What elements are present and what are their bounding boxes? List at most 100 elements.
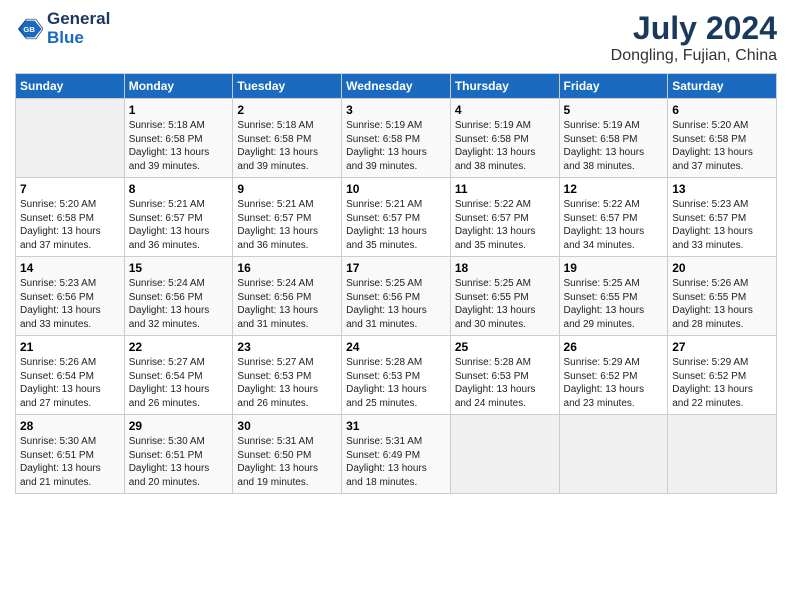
- day-info: Sunrise: 5:27 AM Sunset: 6:53 PM Dayligh…: [237, 356, 337, 410]
- day-info: Sunrise: 5:19 AM Sunset: 6:58 PM Dayligh…: [564, 119, 664, 173]
- day-number: 17: [346, 261, 446, 275]
- calendar-cell: 20 Sunrise: 5:26 AM Sunset: 6:55 PM Dayli…: [668, 257, 777, 336]
- calendar-cell: 5 Sunrise: 5:19 AM Sunset: 6:58 PM Daylig…: [559, 99, 668, 178]
- day-number: 28: [20, 419, 120, 433]
- calendar-cell: 23 Sunrise: 5:27 AM Sunset: 6:53 PM Dayli…: [233, 336, 342, 415]
- day-info: Sunrise: 5:21 AM Sunset: 6:57 PM Dayligh…: [237, 198, 337, 252]
- calendar-cell: 9 Sunrise: 5:21 AM Sunset: 6:57 PM Daylig…: [233, 178, 342, 257]
- day-number: 16: [237, 261, 337, 275]
- weekday-header: Monday: [124, 74, 233, 99]
- day-info: Sunrise: 5:25 AM Sunset: 6:55 PM Dayligh…: [455, 277, 555, 331]
- calendar-cell: 8 Sunrise: 5:21 AM Sunset: 6:57 PM Daylig…: [124, 178, 233, 257]
- day-info: Sunrise: 5:21 AM Sunset: 6:57 PM Dayligh…: [346, 198, 446, 252]
- day-info: Sunrise: 5:28 AM Sunset: 6:53 PM Dayligh…: [455, 356, 555, 410]
- day-number: 30: [237, 419, 337, 433]
- calendar-cell: [450, 415, 559, 494]
- day-info: Sunrise: 5:26 AM Sunset: 6:55 PM Dayligh…: [672, 277, 772, 331]
- day-number: 6: [672, 103, 772, 117]
- calendar-cell: 14Sunrise: 5:23 AM Sunset: 6:56 PM Dayli…: [16, 257, 125, 336]
- day-info: Sunrise: 5:23 AM Sunset: 6:57 PM Dayligh…: [672, 198, 772, 252]
- calendar-cell: 21 Sunrise: 5:26 AM Sunset: 6:54 PM Dayli…: [16, 336, 125, 415]
- calendar-cell: 26Sunrise: 5:29 AM Sunset: 6:52 PM Dayli…: [559, 336, 668, 415]
- calendar-table: SundayMondayTuesdayWednesdayThursdayFrid…: [15, 73, 777, 494]
- calendar-cell: 19 Sunrise: 5:25 AM Sunset: 6:55 PM Dayli…: [559, 257, 668, 336]
- weekday-header: Saturday: [668, 74, 777, 99]
- day-number: 4: [455, 103, 555, 117]
- day-number: 10: [346, 182, 446, 196]
- calendar-cell: 10 Sunrise: 5:21 AM Sunset: 6:57 PM Dayli…: [342, 178, 451, 257]
- weekday-header: Thursday: [450, 74, 559, 99]
- logo-icon: GB: [15, 15, 43, 43]
- day-info: Sunrise: 5:25 AM Sunset: 6:55 PM Dayligh…: [564, 277, 664, 331]
- day-info: Sunrise: 5:19 AM Sunset: 6:58 PM Dayligh…: [455, 119, 555, 173]
- logo-general: General: [47, 10, 110, 29]
- day-info: Sunrise: 5:22 AM Sunset: 6:57 PM Dayligh…: [564, 198, 664, 252]
- title-area: July 2024 Dongling, Fujian, China: [611, 10, 777, 65]
- day-number: 7: [20, 182, 120, 196]
- calendar-cell: 7 Sunrise: 5:20 AM Sunset: 6:58 PM Daylig…: [16, 178, 125, 257]
- logo-text-block: General Blue: [47, 10, 110, 47]
- weekday-header: Wednesday: [342, 74, 451, 99]
- day-info: Sunrise: 5:20 AM Sunset: 6:58 PM Dayligh…: [20, 198, 120, 252]
- day-number: 27: [672, 340, 772, 354]
- day-number: 19: [564, 261, 664, 275]
- day-info: Sunrise: 5:24 AM Sunset: 6:56 PM Dayligh…: [129, 277, 229, 331]
- day-number: 23: [237, 340, 337, 354]
- logo: GB General Blue: [15, 10, 110, 47]
- day-info: Sunrise: 5:30 AM Sunset: 6:51 PM Dayligh…: [20, 435, 120, 489]
- day-number: 15: [129, 261, 229, 275]
- day-info: Sunrise: 5:19 AM Sunset: 6:58 PM Dayligh…: [346, 119, 446, 173]
- calendar-cell: 15 Sunrise: 5:24 AM Sunset: 6:56 PM Dayli…: [124, 257, 233, 336]
- day-number: 25: [455, 340, 555, 354]
- day-info: Sunrise: 5:25 AM Sunset: 6:56 PM Dayligh…: [346, 277, 446, 331]
- calendar-cell: 28 Sunrise: 5:30 AM Sunset: 6:51 PM Dayli…: [16, 415, 125, 494]
- day-info: Sunrise: 5:31 AM Sunset: 6:50 PM Dayligh…: [237, 435, 337, 489]
- day-number: 12: [564, 182, 664, 196]
- day-info: Sunrise: 5:30 AM Sunset: 6:51 PM Dayligh…: [129, 435, 229, 489]
- day-number: 8: [129, 182, 229, 196]
- calendar-cell: 29 Sunrise: 5:30 AM Sunset: 6:51 PM Dayli…: [124, 415, 233, 494]
- calendar-cell: 25 Sunrise: 5:28 AM Sunset: 6:53 PM Dayli…: [450, 336, 559, 415]
- day-info: Sunrise: 5:24 AM Sunset: 6:56 PM Dayligh…: [237, 277, 337, 331]
- calendar-cell: 17 Sunrise: 5:25 AM Sunset: 6:56 PM Dayli…: [342, 257, 451, 336]
- day-info: Sunrise: 5:23 AM Sunset: 6:56 PM Dayligh…: [20, 277, 120, 331]
- day-number: 20: [672, 261, 772, 275]
- day-info: Sunrise: 5:20 AM Sunset: 6:58 PM Dayligh…: [672, 119, 772, 173]
- calendar-cell: 1Sunrise: 5:18 AM Sunset: 6:58 PM Daylig…: [124, 99, 233, 178]
- day-info: Sunrise: 5:21 AM Sunset: 6:57 PM Dayligh…: [129, 198, 229, 252]
- day-info: Sunrise: 5:29 AM Sunset: 6:52 PM Dayligh…: [564, 356, 664, 410]
- calendar-cell: 12 Sunrise: 5:22 AM Sunset: 6:57 PM Dayli…: [559, 178, 668, 257]
- calendar-cell: 6 Sunrise: 5:20 AM Sunset: 6:58 PM Daylig…: [668, 99, 777, 178]
- weekday-header: Friday: [559, 74, 668, 99]
- day-info: Sunrise: 5:27 AM Sunset: 6:54 PM Dayligh…: [129, 356, 229, 410]
- day-info: Sunrise: 5:26 AM Sunset: 6:54 PM Dayligh…: [20, 356, 120, 410]
- page-title: July 2024: [611, 10, 777, 47]
- day-number: 13: [672, 182, 772, 196]
- day-number: 11: [455, 182, 555, 196]
- calendar-cell: 24Sunrise: 5:28 AM Sunset: 6:53 PM Dayli…: [342, 336, 451, 415]
- page-subtitle: Dongling, Fujian, China: [611, 47, 777, 65]
- day-number: 2: [237, 103, 337, 117]
- day-number: 31: [346, 419, 446, 433]
- day-info: Sunrise: 5:18 AM Sunset: 6:58 PM Dayligh…: [129, 119, 229, 173]
- day-number: 29: [129, 419, 229, 433]
- day-number: 9: [237, 182, 337, 196]
- day-number: 3: [346, 103, 446, 117]
- calendar-cell: 13 Sunrise: 5:23 AM Sunset: 6:57 PM Dayli…: [668, 178, 777, 257]
- day-info: Sunrise: 5:29 AM Sunset: 6:52 PM Dayligh…: [672, 356, 772, 410]
- day-info: Sunrise: 5:28 AM Sunset: 6:53 PM Dayligh…: [346, 356, 446, 410]
- calendar-cell: 16 Sunrise: 5:24 AM Sunset: 6:56 PM Dayli…: [233, 257, 342, 336]
- calendar-cell: 18 Sunrise: 5:25 AM Sunset: 6:55 PM Dayli…: [450, 257, 559, 336]
- day-number: 21: [20, 340, 120, 354]
- day-info: Sunrise: 5:18 AM Sunset: 6:58 PM Dayligh…: [237, 119, 337, 173]
- day-number: 18: [455, 261, 555, 275]
- calendar-cell: 2 Sunrise: 5:18 AM Sunset: 6:58 PM Daylig…: [233, 99, 342, 178]
- calendar-cell: 31Sunrise: 5:31 AM Sunset: 6:49 PM Dayli…: [342, 415, 451, 494]
- calendar-cell: 22Sunrise: 5:27 AM Sunset: 6:54 PM Dayli…: [124, 336, 233, 415]
- day-info: Sunrise: 5:22 AM Sunset: 6:57 PM Dayligh…: [455, 198, 555, 252]
- weekday-header: Sunday: [16, 74, 125, 99]
- day-number: 5: [564, 103, 664, 117]
- weekday-header: Tuesday: [233, 74, 342, 99]
- calendar-cell: 3 Sunrise: 5:19 AM Sunset: 6:58 PM Daylig…: [342, 99, 451, 178]
- calendar-cell: [668, 415, 777, 494]
